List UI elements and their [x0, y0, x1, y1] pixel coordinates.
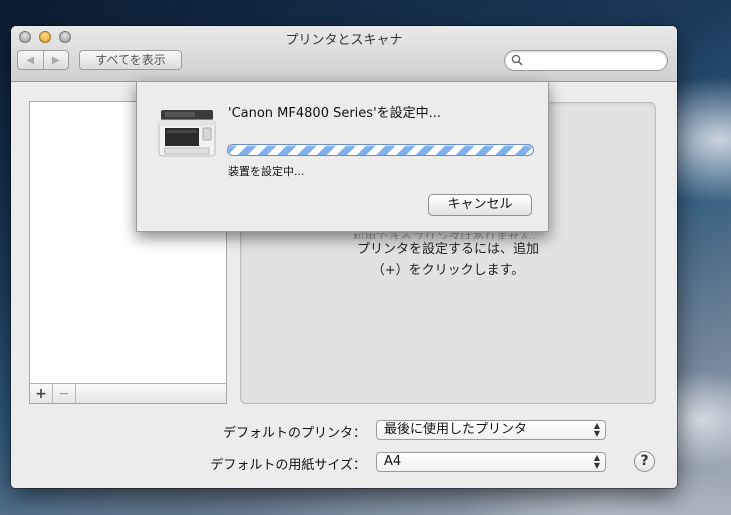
- default-printer-label: デフォルトのプリンタ：: [222, 426, 366, 441]
- printer-icon: [158, 110, 216, 157]
- setup-status: 装置を設定中...: [228, 165, 305, 178]
- search-input[interactable]: [527, 53, 663, 70]
- navigation-buttons: ◀ ▶: [17, 50, 69, 70]
- message-line-2: （+）をクリックします。: [371, 263, 525, 278]
- message-line-1: プリンタを設定するには、追加: [356, 242, 539, 257]
- popup-arrows-icon: ▲ ▼: [593, 453, 600, 470]
- show-all-button[interactable]: すべてを表示: [79, 50, 182, 70]
- default-paper-value: A4: [384, 454, 402, 469]
- window-title: プリンタとスキャナ: [285, 33, 403, 48]
- setup-progress-sheet: 'Canon MF4800 Series'を設定中... 装置を設定中... キ…: [136, 81, 549, 232]
- search-field[interactable]: [504, 50, 668, 71]
- default-printer-value: 最後に使用したプリンタ: [384, 422, 528, 437]
- printer-list-toolbar: + −: [29, 383, 227, 404]
- default-paper-popup[interactable]: A4 ▲ ▼: [376, 452, 606, 472]
- title-bar: プリンタとスキャナ ◀ ▶ すべてを表示: [11, 26, 677, 82]
- popup-arrows-icon: ▲ ▼: [593, 421, 600, 438]
- help-icon: ?: [640, 453, 649, 469]
- partial-message-line: 利用できるプリンタはありません。: [241, 233, 655, 239]
- no-printer-message: 利用できるプリンタはありません。 プリンタを設定するには、追加 （+）をクリック…: [241, 233, 655, 281]
- forward-button[interactable]: ▶: [44, 51, 69, 69]
- back-button[interactable]: ◀: [18, 51, 44, 69]
- remove-printer-button[interactable]: −: [53, 384, 76, 403]
- default-printer-popup[interactable]: 最後に使用したプリンタ ▲ ▼: [376, 420, 606, 440]
- setup-title: 'Canon MF4800 Series'を設定中...: [228, 106, 442, 121]
- default-paper-label: デフォルトの用紙サイズ：: [210, 458, 366, 473]
- add-printer-button[interactable]: +: [30, 384, 53, 403]
- help-button[interactable]: ?: [634, 451, 655, 472]
- search-icon: [511, 54, 523, 66]
- cancel-button[interactable]: キャンセル: [428, 194, 532, 216]
- setup-progress-bar: [227, 144, 534, 156]
